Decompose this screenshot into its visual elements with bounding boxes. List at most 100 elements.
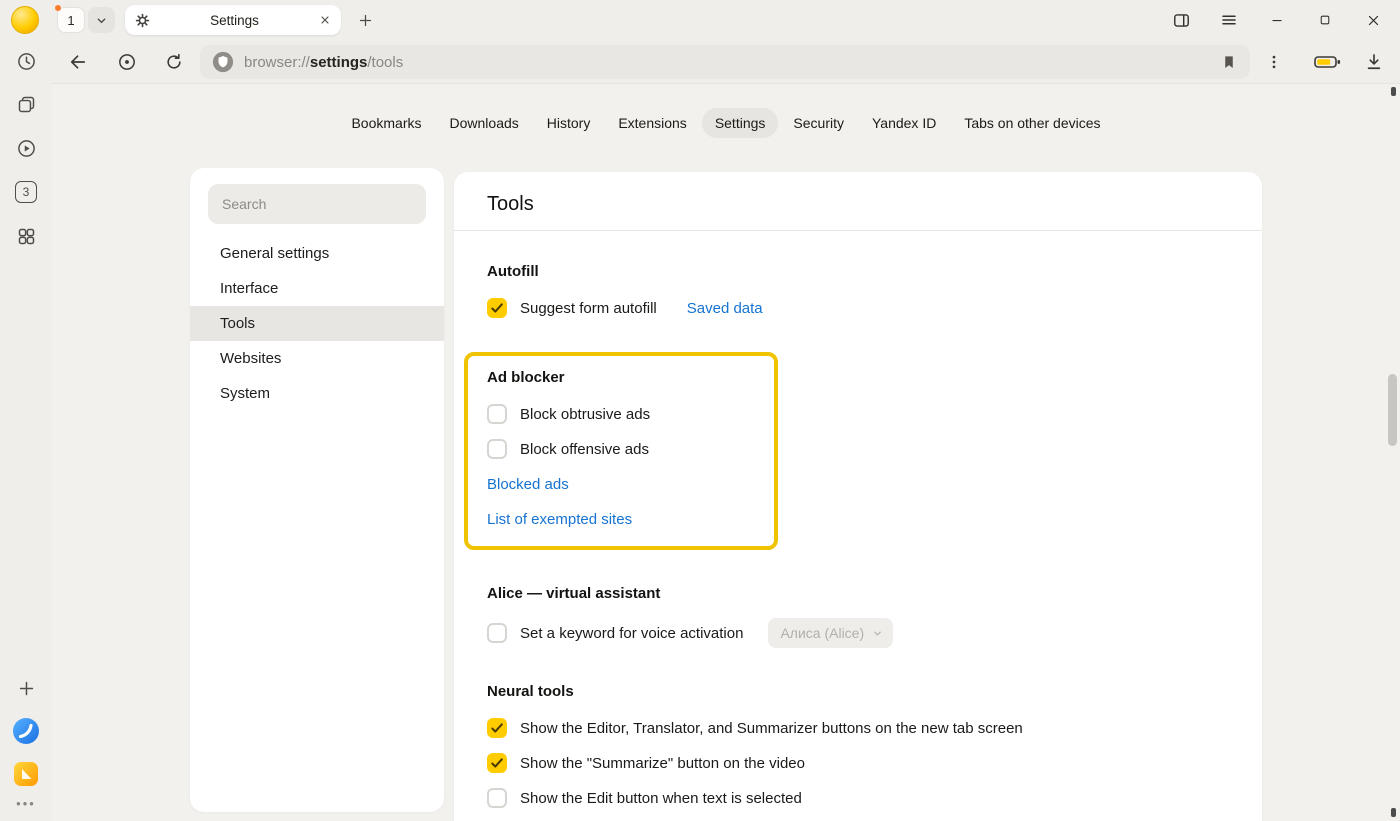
- chevron-down-icon: [95, 14, 108, 27]
- tab-bar: 1 Settings: [0, 0, 1400, 40]
- browser-logo-button[interactable]: [12, 717, 40, 745]
- checkmark-icon: [488, 754, 506, 772]
- tab-title: Settings: [150, 13, 319, 28]
- rail-add-button[interactable]: [12, 674, 40, 702]
- summarize-video-checkbox[interactable]: [487, 753, 507, 773]
- play-circle-icon: [16, 138, 37, 159]
- settings-search[interactable]: [208, 184, 426, 224]
- tab-stack-button[interactable]: 3: [12, 178, 40, 206]
- side-panel-toggle-button[interactable]: [1166, 6, 1196, 34]
- nav-tabs-other-devices[interactable]: Tabs on other devices: [951, 108, 1113, 138]
- nav-bookmarks[interactable]: Bookmarks: [338, 108, 434, 138]
- tab-stack-count: 3: [23, 185, 30, 199]
- nav-security[interactable]: Security: [780, 108, 857, 138]
- downloads-button[interactable]: [1362, 50, 1386, 74]
- block-obtrusive-ads-label: Block obtrusive ads: [520, 406, 650, 423]
- tab-settings[interactable]: Settings: [125, 5, 341, 35]
- blocked-ads-row: Blocked ads: [487, 474, 755, 496]
- block-offensive-ads-checkbox[interactable]: [487, 439, 507, 459]
- bookmark-icon[interactable]: [1220, 53, 1238, 71]
- battery-saver-button[interactable]: [1312, 50, 1342, 74]
- search-input[interactable]: [208, 184, 426, 224]
- scrollbar-bottom-cap: [1391, 808, 1396, 817]
- url-scheme: browser://: [244, 54, 310, 71]
- tab-counter-button[interactable]: 1: [57, 7, 85, 33]
- voice-activation-checkbox[interactable]: [487, 623, 507, 643]
- dashboard-button[interactable]: [12, 222, 40, 250]
- panels-icon: [1172, 11, 1191, 30]
- media-button[interactable]: [12, 134, 40, 162]
- edit-button-label: Show the Edit button when text is select…: [520, 790, 802, 807]
- window-minimize-button[interactable]: [1262, 6, 1292, 34]
- history-button[interactable]: [12, 47, 40, 75]
- nav-history[interactable]: History: [534, 108, 604, 138]
- reload-icon: [164, 52, 184, 72]
- hamburger-icon: [1220, 11, 1238, 29]
- gear-icon: [135, 13, 150, 28]
- settings-sections-list: General settings Interface Tools Website…: [190, 236, 444, 411]
- tab-list-dropdown-button[interactable]: [88, 7, 115, 33]
- browser-menu-button[interactable]: [1214, 6, 1244, 34]
- rail-more-button[interactable]: •••: [12, 789, 40, 817]
- neural-tools-heading: Neural tools: [487, 682, 1229, 702]
- panel-header: Tools: [454, 172, 1262, 231]
- collections-button[interactable]: [12, 90, 40, 118]
- sidebar-item-tools[interactable]: Tools: [190, 306, 444, 341]
- url-more-button[interactable]: [1262, 50, 1286, 74]
- edit-button-checkbox[interactable]: [487, 788, 507, 808]
- minimize-icon: [1270, 13, 1284, 27]
- sidebar-item-interface[interactable]: Interface: [190, 271, 444, 306]
- tab-counter-value: 1: [67, 13, 74, 28]
- yandex-app-icon: [13, 761, 39, 787]
- yandex-id-button[interactable]: [115, 50, 139, 74]
- nav-extensions[interactable]: Extensions: [605, 108, 699, 138]
- exempted-sites-link[interactable]: List of exempted sites: [487, 511, 632, 528]
- checkmark-icon: [488, 299, 506, 317]
- grid-icon: [16, 226, 37, 247]
- block-obtrusive-ads-checkbox[interactable]: [487, 404, 507, 424]
- alice-keyword-dropdown[interactable]: Алиса (Alice): [768, 618, 893, 648]
- voice-activation-label: Set a keyword for voice activation: [520, 625, 743, 642]
- window-close-button[interactable]: [1358, 6, 1388, 34]
- tools-settings-panel: Tools Autofill Suggest form autofill Sav…: [454, 172, 1262, 821]
- scrollbar-top-cap: [1391, 87, 1396, 96]
- chevron-down-icon: [872, 628, 883, 639]
- yandex-app-button[interactable]: [12, 760, 40, 788]
- ellipsis-icon: •••: [16, 796, 36, 811]
- sidebar-item-websites[interactable]: Websites: [190, 341, 444, 376]
- back-arrow-icon: [68, 52, 88, 72]
- saved-data-link[interactable]: Saved data: [687, 300, 763, 317]
- editor-translator-summarizer-checkbox[interactable]: [487, 718, 507, 738]
- reload-button[interactable]: [162, 50, 186, 74]
- autofill-row: Suggest form autofill Saved data: [487, 296, 1229, 320]
- maximize-icon: [1318, 13, 1332, 27]
- alice-avatar-icon[interactable]: [11, 6, 39, 34]
- scrollbar-thumb[interactable]: [1388, 374, 1397, 446]
- new-tab-button[interactable]: [352, 7, 379, 33]
- summarize-video-label: Show the "Summarize" button on the video: [520, 755, 805, 772]
- settings-top-nav: Bookmarks Downloads History Extensions S…: [52, 108, 1400, 138]
- url-bar[interactable]: browser://settings/tools: [200, 45, 1250, 79]
- url-text[interactable]: browser://settings/tools: [244, 54, 1220, 71]
- alice-keyword-row: Set a keyword for voice activation Алиса…: [487, 618, 1229, 648]
- window-maximize-button[interactable]: [1310, 6, 1340, 34]
- neural-editor-row: Show the Editor, Translator, and Summari…: [487, 716, 1229, 740]
- neural-edit-button-row: Show the Edit button when text is select…: [487, 786, 1229, 810]
- panel-body: Autofill Suggest form autofill Saved dat…: [454, 262, 1262, 821]
- browser-logo-icon: [12, 717, 40, 745]
- back-button[interactable]: [66, 50, 90, 74]
- nav-settings[interactable]: Settings: [702, 108, 779, 138]
- editor-translator-summarizer-label: Show the Editor, Translator, and Summari…: [520, 720, 1023, 737]
- alice-keyword-value: Алиса (Alice): [780, 625, 864, 641]
- sidebar-item-system[interactable]: System: [190, 376, 444, 411]
- block-offensive-ads-label: Block offensive ads: [520, 441, 649, 458]
- blocked-ads-link[interactable]: Blocked ads: [487, 476, 569, 493]
- nav-downloads[interactable]: Downloads: [437, 108, 532, 138]
- suggest-form-autofill-checkbox[interactable]: [487, 298, 507, 318]
- url-path: /tools: [367, 54, 403, 71]
- collections-icon: [16, 94, 37, 115]
- site-shield-icon[interactable]: [212, 51, 234, 73]
- nav-yandex-id[interactable]: Yandex ID: [859, 108, 949, 138]
- tab-close-icon[interactable]: [319, 14, 331, 26]
- sidebar-item-general-settings[interactable]: General settings: [190, 236, 444, 271]
